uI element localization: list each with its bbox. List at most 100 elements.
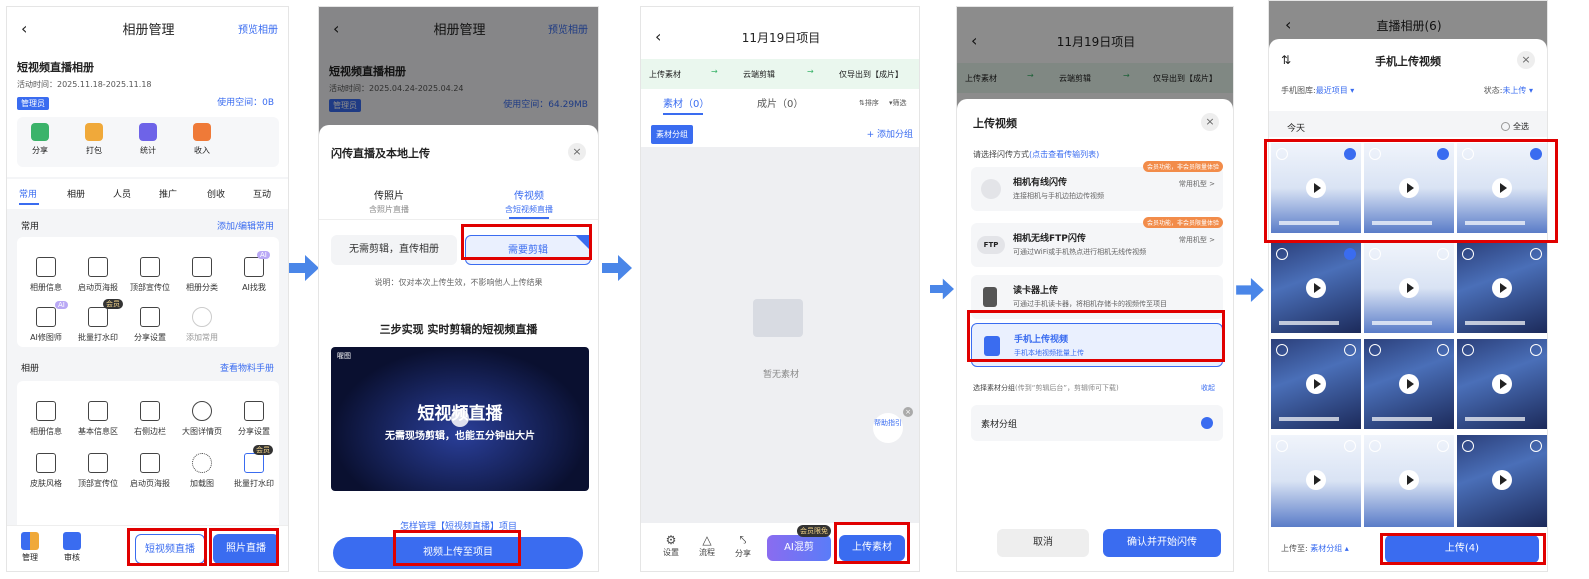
stats-action[interactable]: 统计 (139, 123, 157, 156)
manage-tab[interactable]: 管理 (21, 532, 39, 563)
top-banner-item[interactable]: 顶部宣传位 (73, 453, 123, 489)
edit-common-link[interactable]: 添加/编辑常用 (217, 219, 274, 232)
quick-actions: 分享 打包 统计 收入 (17, 117, 279, 167)
gallery-filter[interactable]: 手机图库:最近项目 ▾ (1281, 85, 1354, 96)
video-thumbnail[interactable] (1457, 435, 1547, 527)
transfer-list-link[interactable]: (点击查看传输列表) (1029, 150, 1099, 159)
help-button[interactable]: 帮助指引 (873, 413, 903, 443)
play-icon[interactable] (451, 409, 469, 427)
upload-target[interactable]: 上传至: 素材分组 ▴ (1281, 543, 1349, 554)
album-info-item[interactable]: 相册信息 (21, 401, 71, 437)
sort-button[interactable]: ⇅排序 (859, 98, 879, 108)
checkbox-icon[interactable] (1344, 344, 1356, 356)
tab-video[interactable]: 传视频 含短视频直播 (489, 187, 569, 215)
tab-material[interactable]: 素材（0） (663, 95, 709, 110)
video-thumbnail[interactable] (1457, 243, 1547, 333)
add-common-item[interactable]: 添加常用 (177, 307, 227, 343)
tab-promo[interactable]: 推广 (159, 187, 177, 200)
basic-info-item[interactable]: 基本信息区 (73, 401, 123, 437)
share-tab[interactable]: ⤣ 分享 (735, 533, 751, 559)
video-thumbnail[interactable] (1457, 339, 1547, 429)
close-icon[interactable]: × (1517, 51, 1535, 69)
settings-tab[interactable]: ⚙ 设置 (663, 533, 679, 558)
tab-common[interactable]: 常用 (19, 187, 37, 200)
album-category-item[interactable]: 相册分类 (177, 257, 227, 293)
video-thumbnail[interactable] (1364, 435, 1454, 527)
splash-poster-item[interactable]: 启动页海报 (125, 453, 175, 489)
screen-upload-video-sheet: ‹ 11月19日项目 上传素材 → 云端剪辑 → 仅导出到【成片】 上传视频 ×… (956, 6, 1234, 572)
material-group-tag[interactable]: 素材分组 (651, 125, 693, 144)
confirm-transfer-button[interactable]: 确认并开始闪传 (1103, 529, 1221, 557)
video-thumbnail[interactable] (1364, 339, 1454, 429)
income-action[interactable]: 收入 (193, 123, 211, 156)
batch-watermark-item[interactable]: 批量打水印 (229, 453, 279, 489)
flow-tab[interactable]: △ 流程 (699, 533, 715, 558)
ai-find-me-item[interactable]: AI找我 (229, 257, 279, 293)
checkbox-icon[interactable] (1437, 344, 1449, 356)
video-thumbnail[interactable] (1271, 339, 1361, 429)
tab-revenue[interactable]: 创收 (207, 187, 225, 200)
common-models-link[interactable]: 常用机型 > (1179, 235, 1215, 245)
ai-mix-button[interactable]: AI混剪 (767, 535, 831, 561)
batch-watermark-item[interactable]: 批量打水印 (73, 307, 123, 343)
promo-video[interactable]: 喔图 短视频直播 无需现场剪辑，也能五分钟出大片 (331, 347, 589, 491)
tab-people[interactable]: 人员 (113, 187, 131, 200)
skin-style-item[interactable]: 皮肤风格 (21, 453, 71, 489)
video-thumbnail[interactable] (1271, 435, 1361, 527)
checkbox-icon[interactable] (1530, 344, 1542, 356)
common-models-link[interactable]: 常用机型 > (1179, 179, 1215, 189)
vip-badge: 会员 (253, 445, 273, 455)
checkbox-icon[interactable] (1437, 440, 1449, 452)
loading-image-item[interactable]: 加载图 (177, 453, 227, 489)
video-thumbnail[interactable] (1364, 243, 1454, 333)
no-edit-option[interactable]: 无需剪辑，直传相册 (331, 235, 457, 265)
highlight-upload-selected (1380, 533, 1546, 565)
cancel-button[interactable]: 取消 (997, 529, 1089, 557)
share-icon: ⤣ (739, 533, 747, 547)
close-icon[interactable]: × (903, 407, 913, 417)
upload-status-icon (1276, 248, 1288, 260)
tab-album[interactable]: 相册 (67, 187, 85, 200)
right-sidebar-item[interactable]: 右侧边栏 (125, 401, 175, 437)
checkbox-icon[interactable] (1530, 248, 1542, 260)
share-settings-item[interactable]: 分享设置 (229, 401, 279, 437)
share-action[interactable]: 分享 (31, 123, 49, 156)
space-usage[interactable]: 使用空间：0B (217, 95, 274, 108)
album-info-item[interactable]: 相册信息 (21, 257, 71, 293)
material-group-row[interactable]: 素材分组 (971, 405, 1223, 441)
item-label: 右侧边栏 (134, 427, 166, 436)
tab-photo[interactable]: 传照片 含照片直播 (349, 187, 429, 215)
close-icon[interactable]: × (1201, 113, 1219, 131)
close-icon[interactable]: × (568, 143, 586, 161)
item-label: 相册信息 (30, 283, 62, 292)
tab-interact[interactable]: 互动 (253, 187, 271, 200)
add-group-link[interactable]: + 添加分组 (867, 127, 913, 140)
checkbox-icon[interactable] (1437, 248, 1449, 260)
play-icon (1306, 470, 1326, 490)
collapse-toggle[interactable]: 收起 (1201, 383, 1215, 393)
tab-final[interactable]: 成片（0） (757, 95, 803, 110)
select-all-toggle[interactable]: 全选 (1501, 121, 1529, 132)
status-filter[interactable]: 状态:未上传 ▾ (1484, 85, 1533, 96)
splash-poster-item[interactable]: 启动页海报 (73, 257, 123, 293)
ai-retouch-item[interactable]: AI修图师 (21, 307, 71, 343)
tab-video-label: 传视频 (514, 191, 544, 202)
top-banner-item[interactable]: 顶部宣传位 (125, 257, 175, 293)
ftp-transfer-option[interactable]: FTP 相机无线FTP闪传 可通过WiFi或手机热点进行相机无线传视频 常用机型… (971, 217, 1223, 267)
checkbox-icon[interactable] (1530, 440, 1542, 452)
option-desc: 可通过手机读卡器，将相机存储卡的视频传至项目 (1013, 300, 1167, 308)
upload-to-value: 素材分组 (1310, 544, 1343, 553)
checkbox-checked-icon[interactable] (1344, 248, 1356, 260)
pack-action[interactable]: 打包 (85, 123, 103, 156)
checkbox-icon[interactable] (1344, 440, 1356, 452)
review-tab[interactable]: 审核 (63, 532, 81, 563)
share-settings-item[interactable]: 分享设置 (125, 307, 175, 343)
material-manual-link[interactable]: 查看物料手册 (220, 361, 274, 374)
screen-phone-video-picker: 直播相册(6) ‹ ⇅ 手机上传视频 × 手机图库:最近项目 ▾ 状态:未上传 … (1268, 0, 1548, 572)
preview-album-link[interactable]: 预览相册 (238, 21, 278, 36)
filter-button[interactable]: ▾筛选 (889, 98, 907, 108)
video-thumbnail[interactable] (1271, 243, 1361, 333)
wired-transfer-option[interactable]: 相机有线闪传 连接相机与手机边拍边传视频 常用机型 > 会员功能，非会员限量体验 (971, 161, 1223, 211)
item-label: 批量打水印 (78, 333, 118, 342)
detail-page-item[interactable]: 大图详情页 (177, 401, 227, 437)
